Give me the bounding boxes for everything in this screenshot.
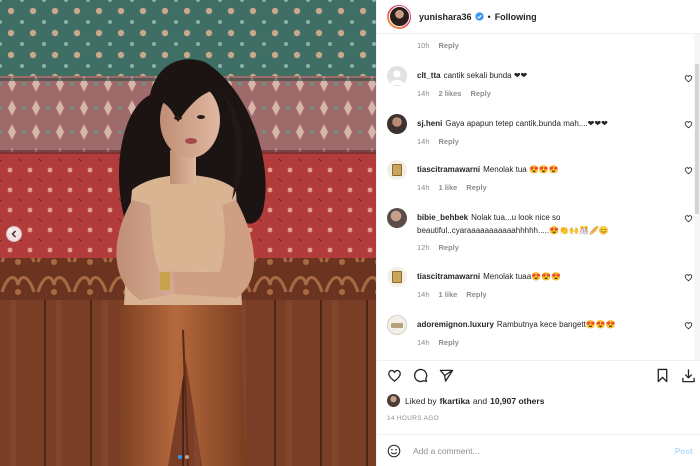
comment-time: 14h	[417, 338, 430, 347]
post-photo[interactable]	[0, 0, 376, 466]
share-icon[interactable]	[439, 368, 454, 383]
comment-meta: 14h 1 like Reply	[417, 290, 487, 299]
comment-username[interactable]: clt_tta	[417, 71, 441, 80]
likes-count[interactable]: 10,907 others	[490, 396, 544, 406]
comment-like-heart-icon[interactable]	[684, 273, 693, 282]
comment-time: 12h	[417, 243, 430, 252]
comment-body: Menolak tua 😍😍😍	[483, 165, 559, 174]
comment-meta: 14h 2 likes Reply	[417, 89, 491, 98]
comment-body: cantik sekali bunda ❤❤	[443, 71, 528, 80]
likes-prefix: Liked by	[405, 395, 437, 406]
comment-body: Menolak tuaa😍😍😍	[483, 272, 562, 281]
previous-comment-meta: 10h Reply	[417, 41, 459, 50]
comment-time: 14h	[417, 137, 430, 146]
post-side-panel: yunishara36 • Following 10h Reply clt_tt…	[376, 0, 700, 466]
comment-text: bibie_behbek Nolak tua...u look nice so b…	[417, 211, 657, 237]
comments-list[interactable]: 10h Reply clt_tta cantik sekali bunda ❤❤ …	[377, 34, 695, 360]
likes-summary: Liked by fkartika and 10,907 others	[387, 394, 547, 407]
bookmark-icon[interactable]	[655, 368, 670, 383]
reply-button[interactable]: Reply	[439, 338, 459, 347]
commenter-avatar[interactable]	[387, 114, 407, 134]
commenter-avatar[interactable]	[387, 208, 407, 228]
comment-like-heart-icon[interactable]	[684, 214, 693, 223]
emoji-icon[interactable]	[387, 444, 401, 458]
chevron-left-icon	[11, 230, 16, 238]
comment-likes[interactable]: 2 likes	[439, 89, 462, 98]
commenter-avatar[interactable]	[387, 315, 407, 335]
comments-scrollbar[interactable]	[694, 34, 700, 360]
comment-username[interactable]: tiascitramawarni	[417, 165, 480, 174]
comment-meta: 14h Reply	[417, 338, 459, 347]
comment-text: sj.heni Gaya apapun tetep cantik.bunda ma…	[417, 117, 667, 130]
comment-username[interactable]: bibie_behbek	[417, 213, 468, 222]
post-image	[0, 0, 376, 466]
reply-button[interactable]: Reply	[439, 137, 459, 146]
comment-likes[interactable]: 1 like	[439, 290, 458, 299]
comment-text: tiascitramawarni Menolak tuaa😍😍😍	[417, 270, 667, 283]
carousel-indicator	[178, 455, 189, 459]
comment-meta: 14h Reply	[417, 137, 459, 146]
comment-meta: 12h Reply	[417, 243, 459, 252]
comment-username[interactable]: tiascitramawarni	[417, 272, 480, 281]
carousel-dot-active	[178, 455, 182, 459]
comment-like-heart-icon[interactable]	[684, 120, 693, 129]
comment-username[interactable]: sj.heni	[417, 119, 442, 128]
add-comment-bar: Post	[377, 434, 700, 466]
post-timestamp[interactable]: 14 HOURS AGO	[387, 415, 439, 422]
comment-likes[interactable]: 1 like	[439, 183, 458, 192]
download-icon[interactable]	[681, 368, 696, 383]
comment-like-heart-icon[interactable]	[684, 166, 693, 175]
comment-time: 14h	[417, 183, 430, 192]
reply-button[interactable]: Reply	[439, 243, 459, 252]
comment-text: tiascitramawarni Menolak tua 😍😍😍	[417, 163, 667, 176]
reply-button[interactable]: Reply	[466, 290, 486, 299]
comment-meta: 14h 1 like Reply	[417, 183, 487, 192]
comment-body: Rambutnya kece bangett😍😍😍	[496, 320, 616, 329]
post-actions	[377, 360, 700, 390]
comment-time: 10h	[417, 41, 430, 50]
post-header: yunishara36 • Following	[377, 0, 700, 34]
heart-icon[interactable]	[387, 368, 402, 383]
header-separator: •	[487, 11, 491, 22]
verified-badge-icon	[474, 12, 484, 21]
carousel-dot	[185, 455, 189, 459]
reply-button[interactable]: Reply	[439, 41, 459, 50]
likes-conjunction: and	[472, 395, 488, 406]
carousel-prev-button[interactable]	[6, 226, 22, 242]
reply-button[interactable]: Reply	[470, 89, 490, 98]
owner-username[interactable]: yunishara36	[419, 12, 472, 22]
comment-time: 14h	[417, 290, 430, 299]
owner-avatar[interactable]	[387, 4, 411, 29]
following-button[interactable]: Following	[495, 12, 537, 22]
scrollbar-thumb[interactable]	[695, 64, 699, 214]
commenter-avatar[interactable]	[387, 160, 407, 180]
default-avatar-icon[interactable]	[387, 66, 407, 86]
comment-body: Gaya apapun tetep cantik.bunda mah....❤❤…	[445, 119, 608, 128]
comment-icon[interactable]	[413, 368, 428, 383]
comment-like-heart-icon[interactable]	[684, 74, 693, 83]
comment-text: clt_tta cantik sekali bunda ❤❤	[417, 69, 667, 82]
comment-time: 14h	[417, 89, 430, 98]
comment-text: adoremignon.luxury Rambutnya kece bangett…	[417, 318, 667, 331]
post-comment-button[interactable]: Post	[675, 446, 693, 456]
comment-username[interactable]: adoremignon.luxury	[417, 320, 494, 329]
reply-button[interactable]: Reply	[466, 183, 486, 192]
commenter-avatar[interactable]	[387, 267, 407, 287]
comment-input[interactable]	[413, 445, 643, 456]
liker-username[interactable]: fkartika	[440, 396, 470, 406]
comment-like-heart-icon[interactable]	[684, 321, 693, 330]
liker-avatar[interactable]	[387, 394, 400, 407]
